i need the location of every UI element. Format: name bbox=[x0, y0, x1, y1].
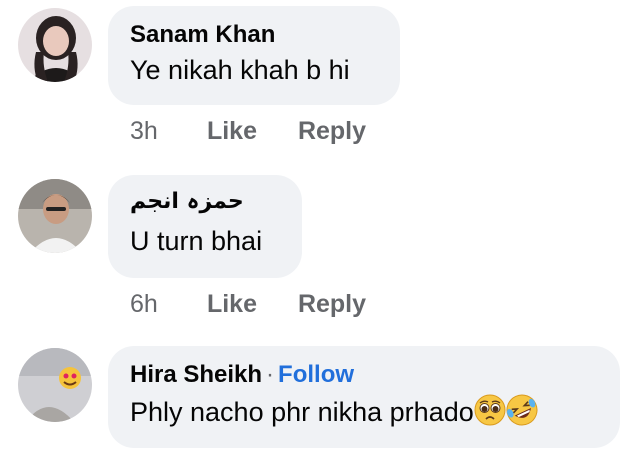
avatar[interactable] bbox=[18, 8, 92, 82]
comment-actions: 3h Like Reply bbox=[130, 117, 366, 146]
comment-bubble: Sanam Khan Ye nikah khah b hi bbox=[108, 6, 400, 105]
pleading-face-emoji bbox=[474, 394, 506, 426]
rolling-laughing-emoji bbox=[506, 394, 538, 426]
comment-text: Phly nacho phr nikha prhado bbox=[130, 397, 474, 427]
reply-button[interactable]: Reply bbox=[298, 290, 366, 319]
comment-timestamp[interactable]: 3h bbox=[130, 117, 200, 146]
comment-timestamp[interactable]: 6h bbox=[130, 290, 200, 319]
separator-dot: · bbox=[266, 361, 275, 388]
comment-bubble: حمزہ انجم U turn bhai bbox=[108, 175, 302, 278]
comment-author[interactable]: Sanam Khan bbox=[130, 20, 376, 50]
follow-button[interactable]: Follow bbox=[278, 361, 354, 388]
like-button[interactable]: Like bbox=[207, 117, 257, 146]
comment-actions: 6h Like Reply bbox=[130, 290, 366, 319]
comment-author[interactable]: حمزہ انجم bbox=[130, 187, 278, 217]
user-photo-icon bbox=[18, 179, 92, 253]
comment-text: Ye nikah khah b hi bbox=[130, 55, 350, 85]
user-photo-icon bbox=[18, 348, 92, 422]
avatar[interactable] bbox=[18, 348, 92, 422]
comment-bubble: Hira Sheikh · Follow Phly nacho phr nikha … bbox=[108, 346, 620, 448]
avatar[interactable] bbox=[18, 179, 92, 253]
comment-text-row: Phly nacho phr nikha prhado bbox=[130, 394, 596, 430]
comment-text: U turn bhai bbox=[130, 226, 263, 256]
like-button[interactable]: Like bbox=[207, 290, 257, 319]
comment-author[interactable]: Hira Sheikh bbox=[130, 361, 262, 388]
comment-author-row: Hira Sheikh · Follow bbox=[130, 360, 596, 390]
user-photo-icon bbox=[18, 8, 92, 82]
reply-button[interactable]: Reply bbox=[298, 117, 366, 146]
